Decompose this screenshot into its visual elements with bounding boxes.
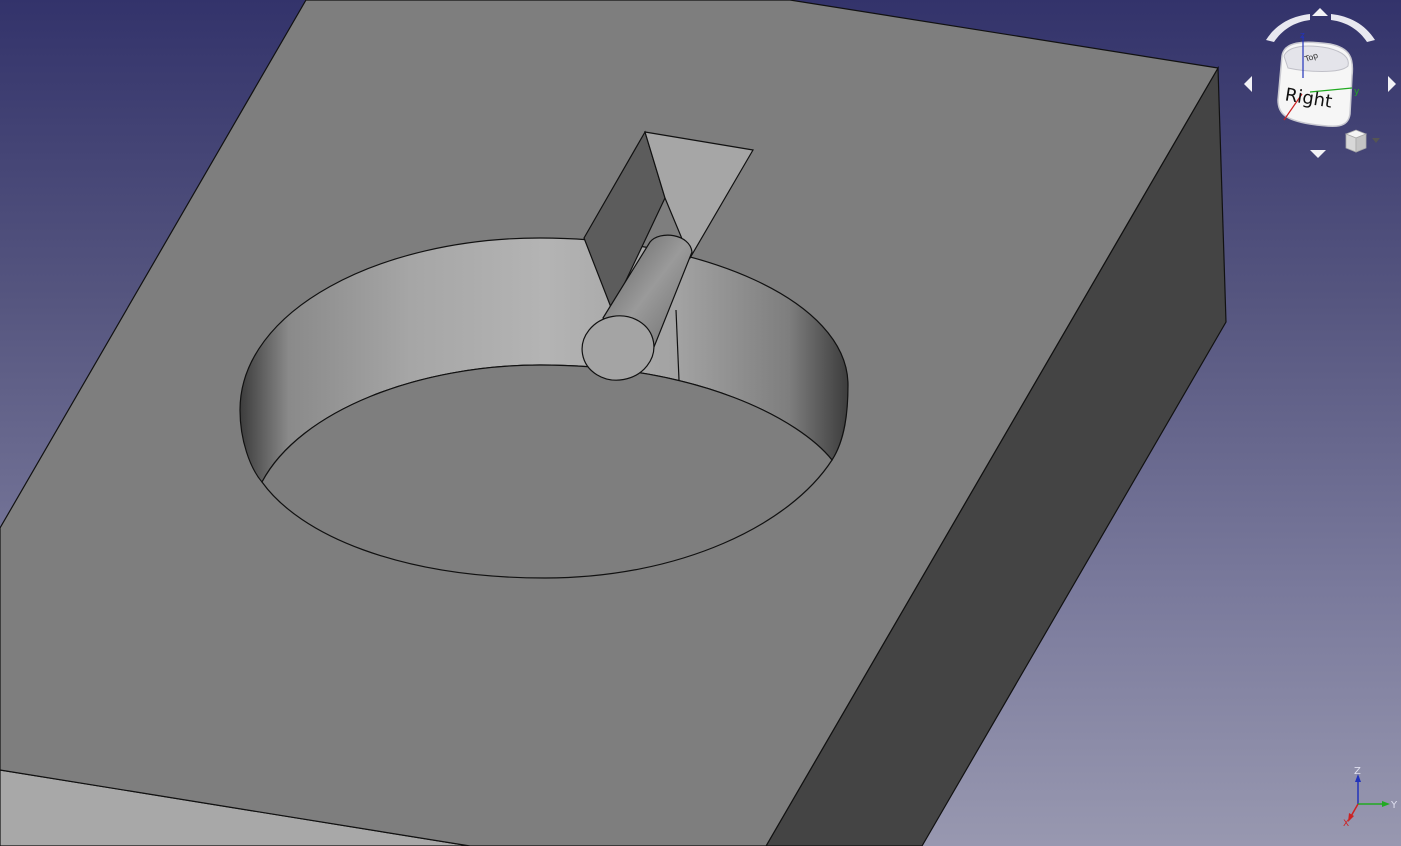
cube-menu-icon [1344, 129, 1368, 153]
y-axis-arrow [1382, 801, 1390, 807]
3d-viewport[interactable] [0, 0, 1401, 846]
rotate-right-icon[interactable] [1331, 14, 1375, 42]
navcube-y-letter: y [1354, 87, 1360, 97]
navcube-z-letter: z [1300, 31, 1305, 41]
nav-up-icon[interactable] [1312, 8, 1328, 16]
nav-down-icon[interactable] [1310, 150, 1326, 158]
nav-right-icon[interactable] [1388, 76, 1396, 92]
x-axis-label: X [1343, 819, 1349, 828]
z-axis-label: Z [1354, 766, 1361, 777]
cube-menu-button[interactable] [1342, 128, 1384, 154]
chevron-down-icon [1372, 138, 1380, 143]
y-axis-label: Y [1390, 800, 1398, 811]
nav-left-icon[interactable] [1244, 76, 1252, 92]
axis-cross-indicator: Z Y X [1343, 766, 1398, 828]
